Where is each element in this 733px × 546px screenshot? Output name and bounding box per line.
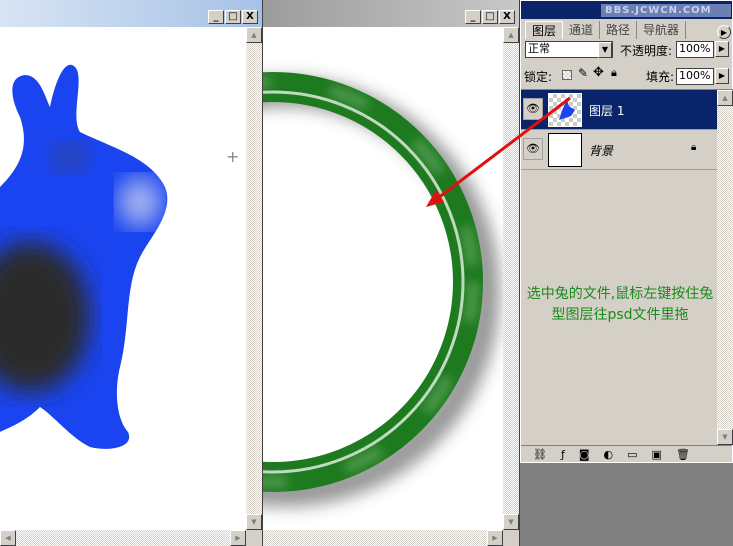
annotation-arrow (426, 96, 571, 207)
